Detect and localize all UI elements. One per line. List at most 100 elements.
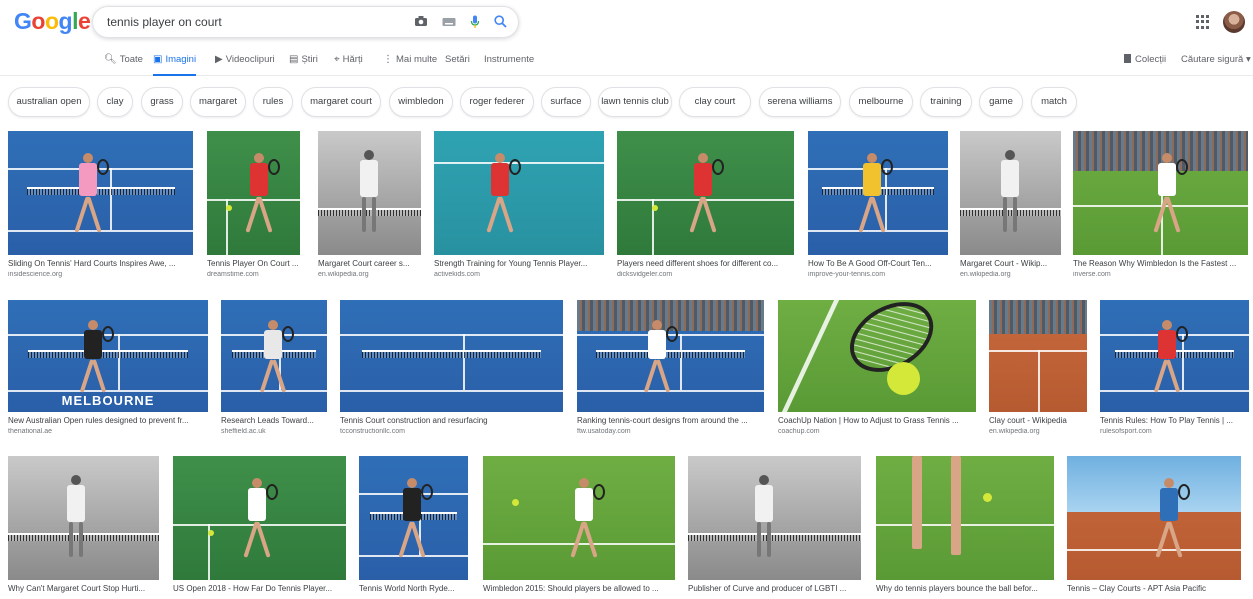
chip-melbourne[interactable]: melbourne [849, 87, 913, 117]
result-title[interactable]: Margaret Court - Wikip... [960, 259, 1061, 268]
result-title[interactable]: Tennis Rules: How To Play Tennis | ... [1100, 416, 1249, 425]
image-result[interactable]: Strength Training for Young Tennis Playe… [434, 131, 604, 285]
chip-lawn-tennis-club[interactable]: lawn tennis club [598, 87, 672, 117]
tab-videos[interactable]: ▶ Videoclipuri [215, 54, 275, 76]
result-title[interactable]: Tennis – Clay Courts - APT Asia Pacific [1067, 584, 1241, 593]
image-result[interactable]: Tennis – Clay Courts - APT Asia Pacific [1067, 456, 1241, 599]
result-thumbnail[interactable] [778, 300, 976, 412]
result-thumbnail[interactable] [483, 456, 675, 580]
chip-match[interactable]: match [1031, 87, 1077, 117]
tab-images[interactable]: ▣ Imagini [153, 54, 197, 76]
chip-roger-federer[interactable]: roger federer [460, 87, 534, 117]
result-thumbnail[interactable] [318, 131, 421, 255]
image-result[interactable]: MELBOURNE New Australian Open rules desig… [8, 300, 208, 442]
result-thumbnail[interactable] [8, 456, 159, 580]
result-title[interactable]: New Australian Open rules designed to pr… [8, 416, 208, 425]
image-result[interactable]: Clay court - Wikipedia en.wikipedia.org [989, 300, 1087, 442]
chip-clay[interactable]: clay [97, 87, 133, 117]
image-result[interactable]: Tennis Rules: How To Play Tennis | ... ru… [1100, 300, 1249, 442]
image-result[interactable]: US Open 2018 - How Far Do Tennis Player.… [173, 456, 346, 599]
chip-margaret-court[interactable]: margaret court [301, 87, 381, 117]
result-thumbnail[interactable] [876, 456, 1054, 580]
result-title[interactable]: How To Be A Good Off-Court Ten... [808, 259, 948, 268]
image-result[interactable]: Ranking tennis-court designs from around… [577, 300, 764, 442]
result-title[interactable]: Why Can't Margaret Court Stop Hurti... [8, 584, 159, 593]
search-icon[interactable] [492, 15, 508, 31]
result-thumbnail[interactable] [617, 131, 794, 255]
image-result[interactable]: Wimbledon 2015: Should players be allowe… [483, 456, 675, 599]
image-result[interactable]: Research Leads Toward... sheffield.ac.uk [221, 300, 327, 442]
chip-clay-court[interactable]: clay court [679, 87, 751, 117]
image-result[interactable]: Margaret Court - Wikip... en.wikipedia.or… [960, 131, 1061, 285]
tab-more[interactable]: ⋮ Mai multe [383, 54, 437, 76]
result-title[interactable]: Ranking tennis-court designs from around… [577, 416, 764, 425]
result-thumbnail[interactable] [1067, 456, 1241, 580]
chip-wimbledon[interactable]: wimbledon [389, 87, 453, 117]
result-thumbnail[interactable] [207, 131, 300, 255]
image-result[interactable]: Margaret Court career s... en.wikipedia.o… [318, 131, 421, 285]
image-result[interactable]: Why Can't Margaret Court Stop Hurti... [8, 456, 159, 599]
search-box[interactable]: tennis player on court [92, 6, 519, 38]
chip-serena-williams[interactable]: serena williams [759, 87, 841, 117]
result-title[interactable]: US Open 2018 - How Far Do Tennis Player.… [173, 584, 346, 593]
result-thumbnail[interactable] [808, 131, 948, 255]
camera-icon[interactable] [413, 15, 429, 31]
image-result[interactable]: Tennis Court construction and resurfacin… [340, 300, 563, 442]
result-title[interactable]: Players need different shoes for differe… [617, 259, 794, 268]
google-logo[interactable]: Google [14, 8, 91, 35]
result-thumbnail[interactable] [688, 456, 861, 580]
image-result[interactable]: CoachUp Nation | How to Adjust to Grass … [778, 300, 976, 442]
image-result[interactable]: Sliding On Tennis' Hard Courts Inspires … [8, 131, 193, 285]
image-result[interactable]: Tennis Player On Court ... dreamstime.com [207, 131, 300, 285]
chip-rules[interactable]: rules [253, 87, 293, 117]
safe-search-dropdown[interactable]: Căutare sigură ▾ [1181, 54, 1251, 65]
tab-maps[interactable]: ⌖ Hărți [334, 54, 363, 76]
image-result[interactable]: The Reason Why Wimbledon Is the Fastest … [1073, 131, 1248, 285]
chip-game[interactable]: game [979, 87, 1023, 117]
result-title[interactable]: Strength Training for Young Tennis Playe… [434, 259, 604, 268]
result-thumbnail[interactable] [434, 131, 604, 255]
result-thumbnail[interactable] [960, 131, 1061, 255]
result-thumbnail[interactable] [989, 300, 1087, 412]
result-thumbnail[interactable] [359, 456, 468, 580]
chip-australian-open[interactable]: australian open [8, 87, 90, 117]
image-result[interactable]: Tennis World North Ryde... [359, 456, 468, 599]
result-title[interactable]: Why do tennis players bounce the ball be… [876, 584, 1054, 593]
result-thumbnail[interactable] [577, 300, 764, 412]
apps-grid-icon[interactable] [1196, 15, 1210, 29]
result-thumbnail[interactable]: MELBOURNE [8, 300, 208, 412]
keyboard-icon[interactable] [441, 15, 457, 31]
avatar[interactable] [1223, 11, 1245, 33]
tab-news[interactable]: ▤ Știri [289, 54, 318, 76]
result-title[interactable]: The Reason Why Wimbledon Is the Fastest … [1073, 259, 1248, 268]
result-title[interactable]: Research Leads Toward... [221, 416, 327, 425]
chip-grass[interactable]: grass [141, 87, 183, 117]
image-result[interactable]: How To Be A Good Off-Court Ten... improve… [808, 131, 948, 285]
mic-icon[interactable] [467, 15, 483, 31]
result-title[interactable]: Wimbledon 2015: Should players be allowe… [483, 584, 675, 593]
collections-link[interactable]: Colecții [1124, 54, 1166, 65]
chip-training[interactable]: training [920, 87, 972, 117]
result-thumbnail[interactable] [1100, 300, 1249, 412]
image-result[interactable]: Publisher of Curve and producer of LGBTI… [688, 456, 861, 599]
result-thumbnail[interactable] [1073, 131, 1248, 255]
tab-settings[interactable]: Setări [445, 54, 470, 76]
result-thumbnail[interactable] [8, 131, 193, 255]
result-title[interactable]: Tennis Court construction and resurfacin… [340, 416, 563, 425]
result-thumbnail[interactable] [340, 300, 563, 412]
tab-tools[interactable]: Instrumente [484, 54, 534, 76]
tab-all[interactable]: 🔍︎ Toate [104, 54, 143, 76]
result-title[interactable]: Tennis Player On Court ... [207, 259, 300, 268]
search-input[interactable]: tennis player on court [107, 15, 222, 29]
result-title[interactable]: Margaret Court career s... [318, 259, 421, 268]
result-thumbnail[interactable] [173, 456, 346, 580]
result-title[interactable]: CoachUp Nation | How to Adjust to Grass … [778, 416, 976, 425]
image-result[interactable]: Why do tennis players bounce the ball be… [876, 456, 1054, 599]
chip-margaret[interactable]: margaret [190, 87, 246, 117]
result-title[interactable]: Sliding On Tennis' Hard Courts Inspires … [8, 259, 193, 268]
result-thumbnail[interactable] [221, 300, 327, 412]
image-result[interactable]: Players need different shoes for differe… [617, 131, 794, 285]
result-title[interactable]: Publisher of Curve and producer of LGBTI… [688, 584, 861, 593]
chip-surface[interactable]: surface [541, 87, 591, 117]
result-title[interactable]: Clay court - Wikipedia [989, 416, 1087, 425]
